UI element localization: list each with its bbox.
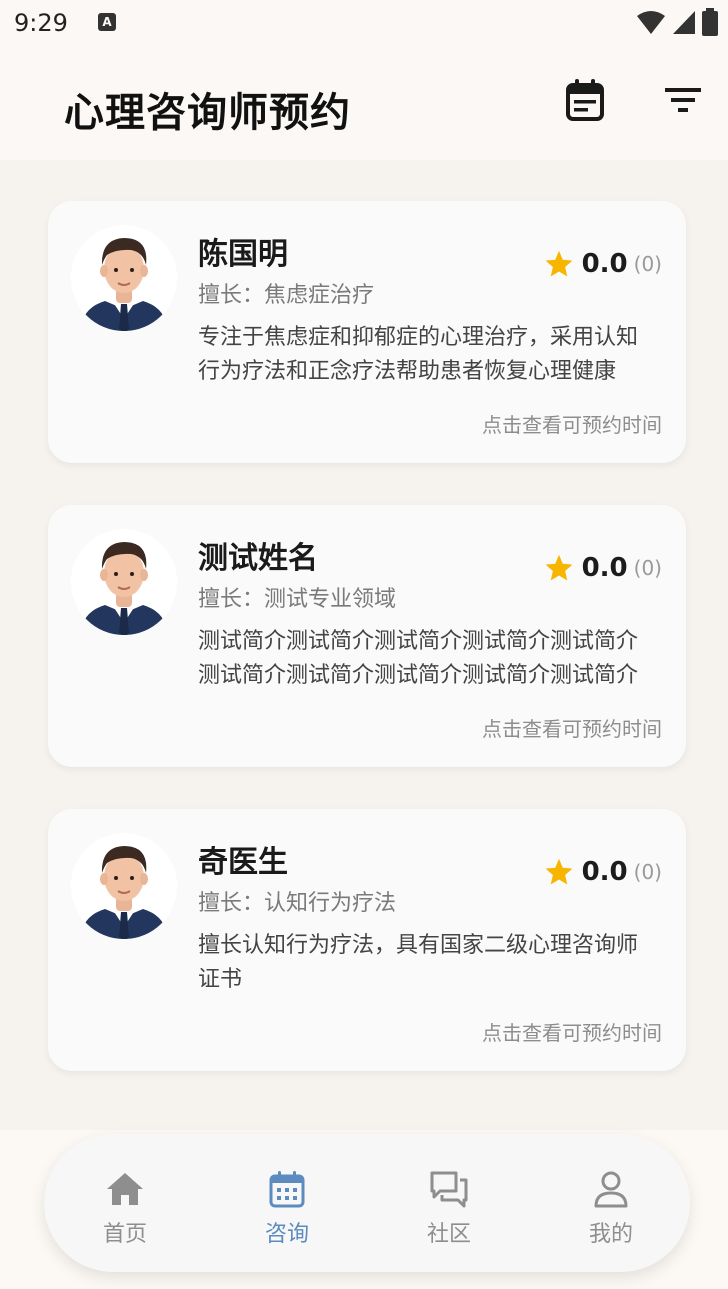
rating: 0.0 (0) — [544, 249, 662, 279]
app-screen: 9:29 A 心理咨询师预约 陈国明 擅长：焦虑症治疗 0.0 (0) 专注于焦… — [0, 0, 728, 1289]
rating-count: (0) — [633, 252, 662, 276]
counselor-bio: 专注于焦虑症和抑郁症的心理治疗，采用认知行为疗法和正念疗法帮助患者恢复心理健康 — [198, 325, 639, 384]
filter-button[interactable] — [661, 78, 705, 122]
status-time: 9:29 — [14, 9, 68, 37]
nav-item-community[interactable]: 社区 — [368, 1134, 530, 1272]
doctor-avatar-icon — [71, 225, 177, 331]
counselor-specialty: 擅长：测试专业领域 — [198, 587, 397, 612]
filter-icon — [665, 88, 701, 112]
bottom-nav: 首页 咨询 社区 我的 — [44, 1134, 690, 1272]
availability-hint[interactable]: 点击查看可预约时间 — [482, 409, 662, 438]
nav-item-profile[interactable]: 我的 — [530, 1134, 692, 1272]
availability-hint[interactable]: 点击查看可预约时间 — [482, 1017, 662, 1046]
calendar-icon — [566, 79, 604, 121]
counselor-card[interactable]: 奇医生 擅长：认知行为疗法 0.0 (0) 擅长认知行为疗法，具有国家二级心理咨… — [48, 809, 686, 1071]
counselor-name: 测试姓名 — [198, 541, 318, 576]
rating: 0.0 (0) — [544, 553, 662, 583]
counselor-list: 陈国明 擅长：焦虑症治疗 0.0 (0) 专注于焦虑症和抑郁症的心理治疗，采用认… — [48, 201, 686, 1113]
counselor-name: 陈国明 — [198, 237, 288, 272]
availability-hint[interactable]: 点击查看可预约时间 — [482, 713, 662, 742]
avatar — [71, 529, 177, 635]
status-notification-icon: A — [98, 13, 116, 31]
app-header: 心理咨询师预约 — [0, 46, 728, 160]
rating-value: 0.0 — [581, 249, 628, 279]
doctor-avatar-icon — [71, 833, 177, 939]
rating-value: 0.0 — [581, 857, 628, 887]
avatar — [71, 225, 177, 331]
rating-value: 0.0 — [581, 553, 628, 583]
counselor-specialty: 擅长：焦虑症治疗 — [198, 283, 375, 308]
rating-count: (0) — [633, 860, 662, 884]
counselor-bio: 擅长认知行为疗法，具有国家二级心理咨询师证书 — [198, 933, 639, 992]
rating-count: (0) — [633, 556, 662, 580]
doctor-avatar-icon — [71, 529, 177, 635]
counselor-specialty: 擅长：认知行为疗法 — [198, 891, 397, 916]
counselor-card[interactable]: 测试姓名 擅长：测试专业领域 0.0 (0) 测试简介测试简介测试简介测试简介测… — [48, 505, 686, 767]
nav-item-consult[interactable]: 咨询 — [206, 1134, 368, 1272]
star-icon — [545, 250, 572, 277]
nav-label: 社区 — [426, 1222, 471, 1247]
counselor-name: 奇医生 — [198, 845, 288, 880]
rating: 0.0 (0) — [544, 857, 662, 887]
home-icon — [107, 1173, 143, 1205]
counselor-bio: 测试简介测试简介测试简介测试简介测试简介测试简介测试简介测试简介测试简介测试简介 — [198, 629, 639, 688]
star-icon — [545, 858, 572, 885]
battery-icon — [702, 8, 718, 36]
chat-icon — [430, 1171, 468, 1208]
nav-label: 我的 — [588, 1222, 633, 1247]
status-icons — [636, 8, 718, 36]
nav-label: 咨询 — [264, 1222, 309, 1247]
nav-item-home[interactable]: 首页 — [44, 1134, 206, 1272]
avatar — [71, 833, 177, 939]
star-icon — [545, 554, 572, 581]
calendar-button[interactable] — [563, 78, 607, 122]
calendar-icon — [269, 1171, 305, 1208]
signal-icon — [673, 11, 695, 34]
nav-label: 首页 — [102, 1222, 147, 1247]
person-icon — [594, 1171, 628, 1208]
page-title: 心理咨询师预约 — [64, 90, 351, 136]
wifi-icon — [637, 11, 665, 34]
status-bar: 9:29 A — [0, 0, 728, 46]
counselor-card[interactable]: 陈国明 擅长：焦虑症治疗 0.0 (0) 专注于焦虑症和抑郁症的心理治疗，采用认… — [48, 201, 686, 463]
